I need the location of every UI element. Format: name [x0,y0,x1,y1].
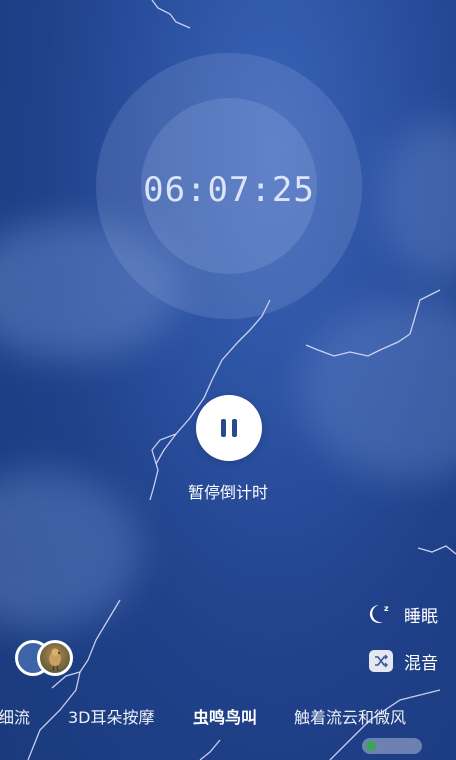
countdown-timer: 06:07:25 [143,170,315,210]
bird-avatar [37,640,73,676]
sleep-label: 睡眠 [404,606,438,627]
sleep-button[interactable]: z 睡眠 [368,601,438,627]
tab-category[interactable]: 细流 [0,704,30,728]
shuffle-icon [368,648,394,674]
pause-button[interactable] [196,395,262,461]
logo-icon [366,741,376,751]
category-tabs: 细流 3D耳朵按摩 虫鸣鸟叫 触着流云和微风 [0,704,456,730]
tab-category-active[interactable]: 虫鸣鸟叫 [193,704,257,728]
pause-countdown-label: 暂停倒计时 [187,483,268,502]
mix-label: 混音 [404,653,438,674]
pause-icon [221,419,226,437]
watermark-badge [362,738,422,754]
svg-text:z: z [384,604,389,613]
mix-button[interactable]: 混音 [368,648,438,674]
tab-category[interactable]: 3D耳朵按摩 [68,704,155,728]
moon-icon: z [368,601,394,627]
sound-avatar-group[interactable] [15,640,75,682]
tab-category[interactable]: 触着流云和微风 [294,704,406,728]
